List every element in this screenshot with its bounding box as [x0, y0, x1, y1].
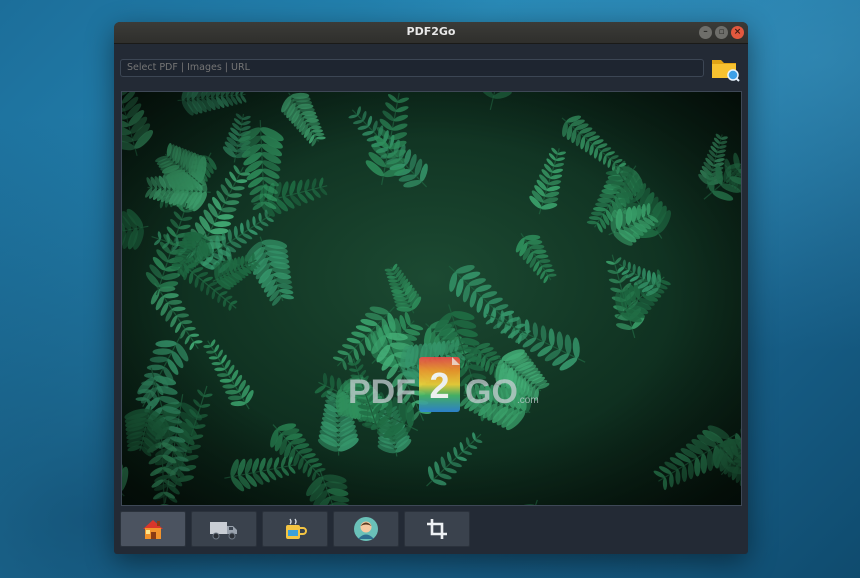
- delivery-truck-icon: [210, 522, 237, 540]
- pdf2go-window: PDF2Go – ▫ × Select PDF | Images | URL P…: [114, 22, 748, 554]
- user-button[interactable]: [333, 511, 399, 547]
- watermark-go: GO: [465, 373, 518, 411]
- minimize-icon[interactable]: –: [699, 26, 712, 39]
- source-input[interactable]: [120, 59, 704, 77]
- maximize-icon[interactable]: ▫: [715, 26, 728, 39]
- bottom-toolbar: [120, 511, 470, 547]
- crop-icon: [427, 519, 447, 539]
- source-row: [120, 59, 742, 83]
- watermark-com: .com: [517, 395, 539, 406]
- home-button[interactable]: [120, 511, 186, 547]
- coffee-cup-icon: [286, 518, 307, 539]
- watermark-2: 2: [429, 365, 449, 406]
- folder-search-icon[interactable]: [710, 54, 740, 82]
- preview-image: PDF 2 GO .com: [121, 91, 742, 506]
- window-controls: – ▫ ×: [699, 26, 744, 39]
- watermark-pdf: PDF: [348, 373, 416, 411]
- home-icon: [143, 520, 163, 539]
- fern-leaves-image: PDF 2 GO .com: [122, 92, 741, 505]
- window-title: PDF2Go: [406, 25, 456, 38]
- coffee-button[interactable]: [262, 511, 328, 547]
- user-avatar-icon: [354, 517, 378, 541]
- close-icon[interactable]: ×: [731, 26, 744, 39]
- crop-button[interactable]: [404, 511, 470, 547]
- titlebar[interactable]: PDF2Go – ▫ ×: [114, 22, 748, 44]
- delivery-button[interactable]: [191, 511, 257, 547]
